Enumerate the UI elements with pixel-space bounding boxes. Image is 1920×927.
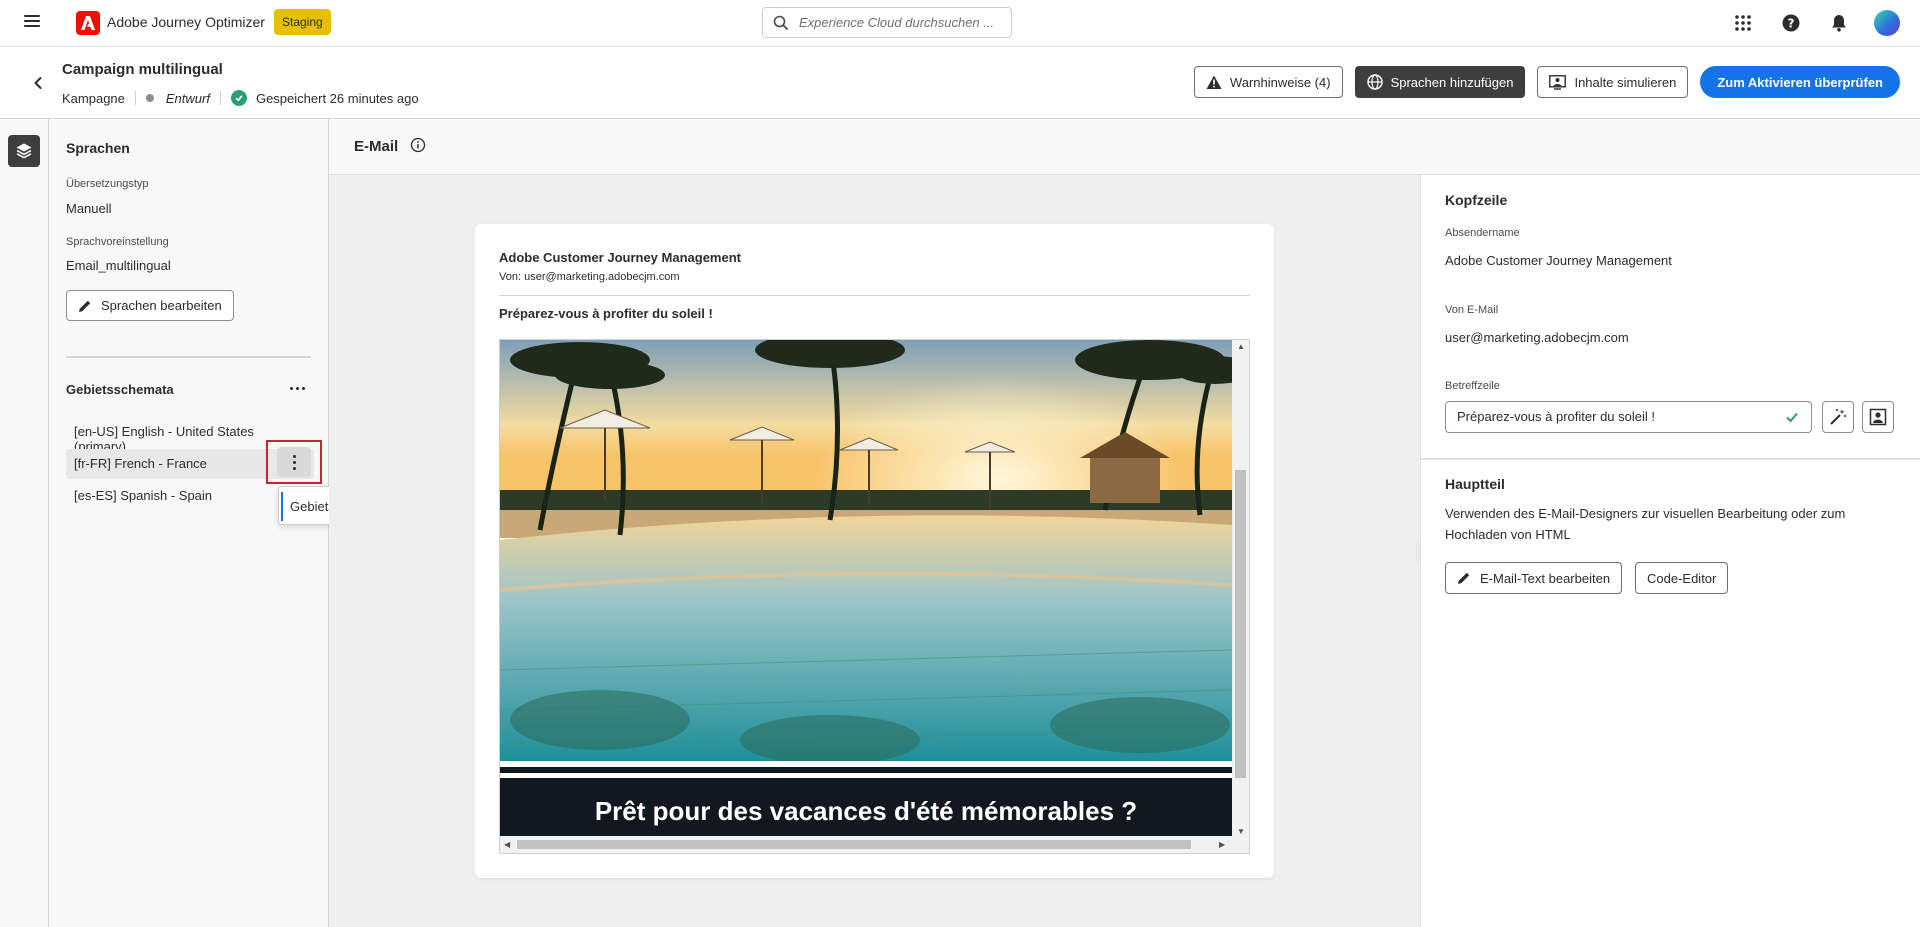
divider [499, 295, 1250, 296]
panel-title: Sprachen [66, 140, 130, 156]
help-icon[interactable]: ? [1778, 10, 1804, 36]
scroll-right-icon[interactable]: ▶ [1219, 840, 1225, 849]
header-section-title: Kopfzeile [1445, 192, 1508, 208]
checkmark-circle-icon [230, 90, 247, 106]
properties-panel: Kopfzeile Absendername Adobe Customer Jo… [1420, 175, 1920, 927]
personalize-icon [1869, 408, 1887, 426]
add-languages-button[interactable]: Sprachen hinzufügen [1354, 66, 1526, 98]
simulate-icon [1549, 74, 1567, 90]
preview-from: Von: user@marketing.adobecjm.com [499, 271, 680, 283]
back-chevron-icon[interactable] [28, 73, 48, 93]
magic-wand-button[interactable] [1822, 401, 1854, 433]
apps-grid-icon[interactable] [1730, 10, 1756, 36]
locale-more-icon[interactable] [277, 447, 311, 477]
locales-title: Gebietsschemata [66, 382, 174, 397]
preview-sender: Adobe Customer Journey Management [499, 250, 741, 265]
body-description: Verwenden des E-Mail-Designers zur visue… [1445, 506, 1846, 542]
code-editor-button[interactable]: Code-Editor [1635, 562, 1729, 594]
email-header: E-Mail [329, 119, 1920, 175]
locale-item[interactable]: [es-ES] Spanish - Spain [66, 481, 314, 511]
vertical-scrollbar[interactable]: ▲ ▼ [1232, 340, 1249, 838]
warnings-button[interactable]: Warnhinweise (4) [1193, 66, 1343, 98]
checkmark-icon [1786, 412, 1798, 423]
edit-languages-button[interactable]: Sprachen bearbeiten [66, 290, 234, 321]
search-icon [773, 15, 789, 31]
campaign-type: Kampagne [62, 90, 125, 106]
pencil-icon [79, 300, 91, 312]
campaign-title: Campaign multilingual [62, 61, 223, 78]
scroll-left-icon[interactable]: ◀ [504, 840, 510, 849]
email-preview-card: Adobe Customer Journey Management Von: u… [475, 224, 1274, 878]
body-section-title: Hauptteil [1445, 476, 1505, 492]
language-setting-label: Sprachvoreinstellung [66, 236, 169, 248]
app-name[interactable]: Adobe Journey Optimizer [107, 14, 265, 30]
campaign-meta: Kampagne Entwurf Gespeichert 26 minutes … [62, 90, 419, 106]
svg-text:?: ? [1788, 17, 1795, 31]
sender-name-label: Absendername [1445, 227, 1520, 239]
translation-type-label: Übersetzungstyp [66, 178, 149, 190]
globe-icon [1366, 74, 1383, 90]
adobe-logo-icon[interactable] [76, 11, 100, 35]
sender-name-value: Adobe Customer Journey Management [1445, 253, 1672, 268]
divider [500, 767, 1232, 773]
status-dot [145, 94, 154, 102]
preview-subject: Préparez-vous à profiter du soleil ! [499, 306, 713, 321]
translation-type-value: Manuell [66, 201, 112, 216]
edit-email-body-button[interactable]: E-Mail-Text bearbeiten [1445, 562, 1623, 594]
more-options-icon[interactable] [285, 379, 309, 397]
from-email-label: Von E-Mail [1445, 304, 1499, 316]
search-input[interactable]: Experience Cloud durchsuchen ... [762, 7, 1012, 38]
review-to-activate-button[interactable]: Zum Aktivieren überprüfen [1700, 66, 1900, 98]
campaign-header: Campaign multilingual Kampagne Entwurf G… [0, 47, 1920, 119]
scroll-down-icon[interactable]: ▼ [1237, 827, 1245, 836]
warnings-label: Warnhinweise (4) [1229, 74, 1331, 90]
status-text: Entwurf [165, 90, 210, 106]
subject-line-label: Betreffzeile [1445, 380, 1500, 392]
divider [1421, 458, 1920, 460]
subject-line-value: Préparez-vous à profiter du soleil ! [1457, 409, 1655, 424]
left-rail [0, 119, 49, 927]
edit-languages-label: Sprachen bearbeiten [101, 298, 222, 313]
environment-badge: Staging [274, 9, 331, 35]
resort-pool-image [500, 340, 1232, 761]
simulate-content-button[interactable]: Inhalte simulieren [1537, 66, 1689, 98]
avatar[interactable] [1874, 10, 1900, 36]
horizontal-scrollbar[interactable]: ◀ ▶ [500, 836, 1249, 853]
add-languages-label: Sprachen hinzufügen [1390, 74, 1514, 90]
scrollbar-thumb[interactable] [517, 840, 1191, 849]
subject-line-field[interactable]: Préparez-vous à profiter du soleil ! [1445, 401, 1812, 433]
divider [66, 356, 311, 358]
layers-icon[interactable] [8, 135, 40, 167]
email-preview-frame[interactable]: Prêt pour des vacances d'été mémorables … [499, 339, 1250, 854]
saved-status: Gespeichert 26 minutes ago [255, 90, 419, 106]
pencil-icon [1458, 572, 1470, 584]
personalize-button[interactable] [1862, 401, 1894, 433]
top-bar: Adobe Journey Optimizer Staging Experien… [0, 0, 1920, 47]
search-placeholder: Experience Cloud durchsuchen ... [799, 15, 995, 30]
bell-icon[interactable] [1826, 10, 1852, 36]
alert-icon [1206, 75, 1222, 89]
scroll-up-icon[interactable]: ▲ [1237, 342, 1245, 351]
divider [219, 91, 221, 105]
info-icon[interactable] [410, 137, 426, 153]
from-email-value: user@marketing.adobecjm.com [1445, 330, 1629, 345]
email-section-title: E-Mail [354, 138, 399, 155]
language-setting-value: Email_multilingual [66, 258, 171, 273]
magic-wand-icon [1830, 409, 1846, 425]
scrollbar-thumb[interactable] [1235, 470, 1246, 778]
edit-email-body-label: E-Mail-Text bearbeiten [1480, 570, 1611, 586]
divider [134, 91, 136, 105]
banner-title: Prêt pour des vacances d'été mémorables … [594, 796, 1138, 826]
focus-indicator [281, 492, 283, 521]
simulate-content-label: Inhalte simulieren [1574, 74, 1677, 90]
hamburger-menu-icon[interactable] [24, 15, 40, 29]
